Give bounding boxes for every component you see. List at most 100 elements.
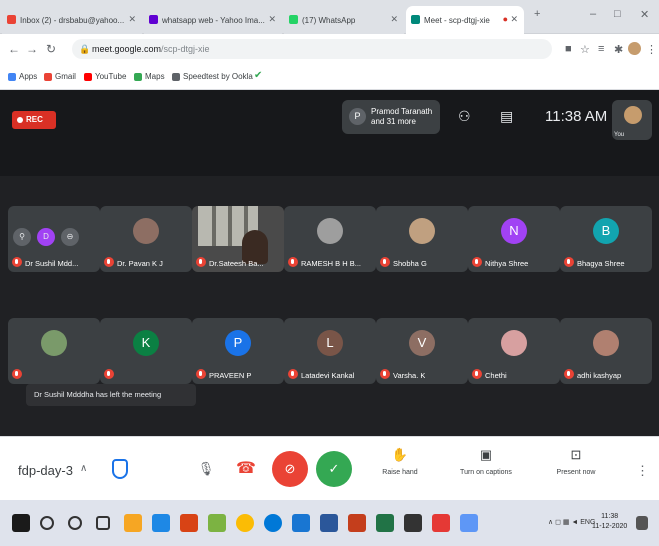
tab-meet[interactable]: Meet - scp-dtgj-xie ● ✕ — [406, 6, 524, 34]
bookmark-label: Apps — [19, 72, 38, 81]
meeting-code[interactable]: fdp-day-3 — [18, 463, 73, 478]
bookmark-apps[interactable]: Apps — [8, 72, 37, 81]
tab-yahoo[interactable]: whatsapp web - Yahoo Ima... ✕ — [144, 6, 282, 34]
back-icon[interactable]: ← — [8, 42, 20, 56]
present-label: Present now — [556, 469, 596, 476]
pen-icon[interactable] — [460, 514, 478, 532]
chrome-icon[interactable] — [236, 514, 254, 532]
pinned-label: Pramod Taranath and 31 more — [371, 107, 433, 126]
word-icon[interactable] — [320, 514, 338, 532]
shield-icon[interactable] — [112, 459, 128, 479]
pinned-participants-chip[interactable]: P Pramod Taranath and 31 more — [342, 100, 440, 134]
people-icon[interactable]: ⚇ — [458, 108, 471, 125]
participant-name: Varsha. K — [393, 371, 426, 380]
mic-muted-icon — [380, 369, 390, 379]
mic-icon: 🎙 — [197, 461, 215, 476]
camera-icon[interactable]: ■ — [565, 43, 572, 55]
participant-tile[interactable]: Dr. Pavan K J — [100, 206, 192, 272]
participant-tile[interactable]: Dr.Sateesh Ba... — [192, 206, 284, 272]
pin-icon[interactable]: ⚲ — [13, 228, 31, 246]
participant-name: PRAVEEN P — [209, 371, 252, 380]
participant-tile[interactable]: ⚲ D ⊖ Dr Sushil Mdd... — [8, 206, 100, 272]
present-now-button[interactable]: ⊡ Present now — [546, 447, 606, 476]
participant-tile[interactable]: adhi kashyap — [560, 318, 652, 384]
youtube-icon — [84, 72, 92, 81]
captions-button[interactable]: ▣ Turn on captions — [456, 447, 516, 476]
taskbar-clock[interactable]: 11:38 11-12-2020 — [592, 512, 627, 532]
kebab-menu-icon[interactable]: ⋮ — [646, 43, 657, 56]
checkmark-icon[interactable]: ✔ — [254, 70, 262, 81]
participant-tile[interactable]: V Varsha. K — [376, 318, 468, 384]
mic-muted-icon — [472, 257, 482, 267]
raise-hand-button[interactable]: ✋ Raise hand — [370, 447, 430, 476]
chat-icon[interactable]: ▤ — [500, 108, 513, 125]
avatar: K — [133, 330, 159, 356]
participant-tile[interactable]: Chethi — [468, 318, 560, 384]
participant-tile[interactable]: B Bhagya Shree — [560, 206, 652, 272]
app-icon[interactable] — [208, 514, 226, 532]
mail-icon[interactable] — [152, 514, 170, 532]
mic-button[interactable]: 🎙 — [188, 451, 224, 487]
store-icon[interactable] — [292, 514, 310, 532]
participant-tile[interactable]: K — [100, 318, 192, 384]
cortana-icon[interactable] — [68, 516, 82, 530]
remove-icon[interactable]: ⊖ — [61, 228, 79, 246]
participant-tile[interactable]: P PRAVEEN P — [192, 318, 284, 384]
tile-hover-controls: ⚲ D ⊖ — [13, 227, 93, 247]
camera-button[interactable]: ⊘ — [272, 451, 308, 487]
excel-icon[interactable] — [376, 514, 394, 532]
tab-title: Meet - scp-dtgj-xie — [424, 15, 490, 25]
leave-call-button[interactable]: ☎ — [228, 451, 264, 487]
edge-icon[interactable] — [264, 514, 282, 532]
maximize-icon[interactable]: □ — [614, 8, 621, 20]
close-icon[interactable]: ✕ — [390, 14, 398, 25]
minimize-icon[interactable]: – — [590, 8, 596, 20]
mic-muted-icon — [12, 369, 22, 379]
bookmark-maps[interactable]: Maps — [134, 72, 165, 81]
close-icon[interactable]: ✕ — [128, 14, 136, 25]
profile-avatar[interactable] — [628, 42, 641, 55]
participant-tile[interactable]: N Nithya Shree — [468, 206, 560, 272]
participant-tile[interactable] — [8, 318, 100, 384]
self-view-tile[interactable]: You — [612, 100, 652, 140]
bookmark-speedtest[interactable]: Speedtest by Ookla — [172, 72, 253, 81]
clock-date: 11-12-2020 — [592, 523, 628, 530]
bookmark-gmail[interactable]: Gmail — [44, 72, 76, 81]
tray-area[interactable]: ∧ ◻ ▦ ◄ ENG — [548, 518, 595, 526]
close-icon[interactable]: ✕ — [510, 14, 518, 25]
url-field[interactable]: 🔒 meet.google.com/scp-dtgj-xie — [72, 39, 552, 59]
notification-icon[interactable] — [636, 516, 648, 530]
chevron-up-icon[interactable]: ∧ — [80, 463, 87, 474]
bag-icon[interactable] — [404, 514, 422, 532]
star-icon[interactable]: ☆ — [580, 43, 590, 56]
activities-button[interactable]: ✓ — [316, 451, 352, 487]
pdf-icon[interactable] — [432, 514, 450, 532]
new-tab-icon[interactable]: + — [534, 8, 540, 20]
mic-muted-icon — [196, 369, 206, 379]
search-icon[interactable] — [40, 516, 54, 530]
menu-list-icon[interactable]: ≡ — [598, 43, 604, 55]
bookmark-youtube[interactable]: YouTube — [84, 72, 126, 81]
avatar — [501, 330, 527, 356]
windows-start-icon[interactable] — [12, 514, 30, 532]
powerpoint-icon[interactable] — [348, 514, 366, 532]
task-view-icon[interactable] — [96, 516, 110, 530]
extensions-icon[interactable]: ✱ — [614, 43, 623, 56]
participant-tile[interactable]: Shobha G — [376, 206, 468, 272]
office-icon[interactable] — [180, 514, 198, 532]
reload-icon[interactable]: ↻ — [46, 42, 56, 56]
screen: Inbox (2) - drsbabu@yahoo... ✕ whatsapp … — [0, 0, 659, 546]
participant-name: Chethi — [485, 371, 507, 380]
mic-muted-icon — [104, 257, 114, 267]
window-close-icon[interactable]: ✕ — [640, 8, 649, 21]
forward-icon[interactable]: → — [26, 42, 38, 56]
tab-whatsapp[interactable]: (17) WhatsApp ✕ — [284, 6, 404, 34]
close-icon[interactable]: ✕ — [268, 14, 276, 25]
speedtest-icon — [172, 72, 180, 81]
tab-gmail[interactable]: Inbox (2) - drsbabu@yahoo... ✕ — [2, 6, 142, 34]
avatar: N — [501, 218, 527, 244]
participant-tile[interactable]: L Latadevi Kankal — [284, 318, 376, 384]
explorer-icon[interactable] — [124, 514, 142, 532]
participant-tile[interactable]: RAMESH B H B... — [284, 206, 376, 272]
more-options-icon[interactable]: ⋮ — [636, 463, 649, 479]
